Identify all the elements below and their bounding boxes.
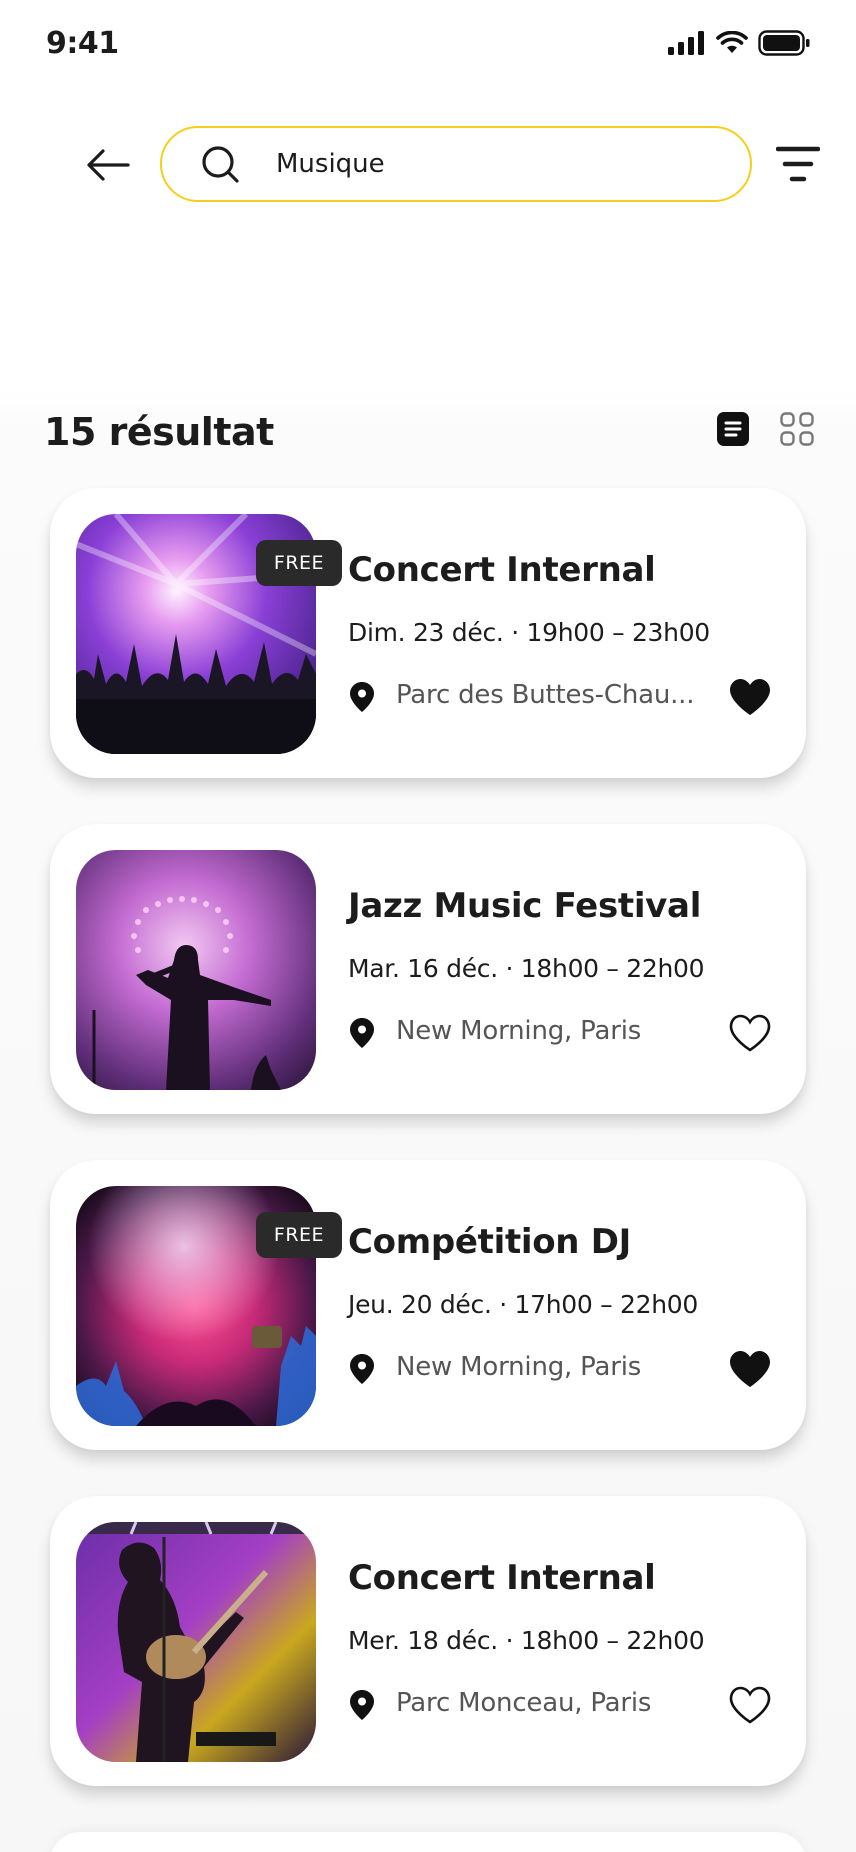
results-header: 15 résultat — [44, 404, 814, 464]
event-location: New Morning, Paris — [396, 1016, 642, 1046]
heart-outline-icon — [729, 1686, 771, 1724]
event-card[interactable]: FREE Compétition DJ Jeu. 20 déc. · 17h00… — [50, 1160, 806, 1450]
view-toggle-group — [716, 412, 814, 446]
event-location: New Morning, Paris — [396, 1352, 642, 1382]
heart-filled-icon — [730, 679, 770, 715]
back-button[interactable] — [84, 144, 132, 186]
arrow-left-icon — [87, 149, 130, 181]
event-card[interactable]: Concert Internal Mer. 18 déc. · 18h00 – … — [50, 1496, 806, 1786]
filter-button[interactable] — [770, 142, 826, 188]
event-title: Concert Internal — [348, 550, 656, 590]
event-card-partial[interactable] — [50, 1832, 806, 1852]
event-image-guitarist — [76, 1522, 316, 1762]
status-bar: 9:41 — [0, 0, 856, 90]
wifi-icon — [716, 31, 748, 53]
favorite-button[interactable] — [726, 674, 774, 720]
event-date: Mer. 18 déc. · 18h00 – 22h00 — [348, 1626, 705, 1655]
list-view-button[interactable] — [716, 412, 750, 446]
filter-icon — [776, 146, 820, 182]
event-location: Parc des Buttes-Chau... — [396, 680, 695, 710]
event-title: Jazz Music Festival — [348, 886, 702, 926]
signal-icon — [668, 31, 704, 55]
search-icon — [202, 146, 239, 183]
favorite-button[interactable] — [726, 1346, 774, 1392]
heart-outline-icon — [729, 1014, 771, 1052]
event-card[interactable]: Jazz Music Festival Mar. 16 déc. · 18h00… — [50, 824, 806, 1114]
free-badge: FREE — [256, 540, 342, 586]
list-view-icon — [717, 412, 749, 446]
event-title: Compétition DJ — [348, 1222, 632, 1262]
search-input[interactable] — [276, 149, 696, 179]
heart-filled-icon — [730, 1351, 770, 1387]
battery-icon — [758, 30, 810, 56]
free-badge: FREE — [256, 1212, 342, 1258]
location-pin-icon — [350, 682, 374, 712]
grid-view-button[interactable] — [780, 412, 814, 446]
search-field[interactable] — [160, 126, 752, 202]
event-card[interactable]: FREE Concert Internal Dim. 23 déc. · 19h… — [50, 488, 806, 778]
favorite-button[interactable] — [726, 1682, 774, 1728]
event-date: Mar. 16 déc. · 18h00 – 22h00 — [348, 954, 705, 983]
status-time: 9:41 — [46, 26, 119, 61]
event-date: Dim. 23 déc. · 19h00 – 23h00 — [348, 618, 710, 647]
status-icons — [668, 30, 810, 56]
event-date: Jeu. 20 déc. · 17h00 – 22h00 — [348, 1290, 698, 1319]
location-pin-icon — [350, 1690, 374, 1720]
grid-view-icon — [780, 412, 814, 446]
search-bar-row — [0, 126, 856, 204]
location-pin-icon — [350, 1354, 374, 1384]
event-image-singer — [76, 850, 316, 1090]
event-title: Concert Internal — [348, 1558, 656, 1598]
results-count-title: 15 résultat — [44, 410, 274, 454]
event-location: Parc Monceau, Paris — [396, 1688, 652, 1718]
favorite-button[interactable] — [726, 1010, 774, 1056]
location-pin-icon — [350, 1018, 374, 1048]
